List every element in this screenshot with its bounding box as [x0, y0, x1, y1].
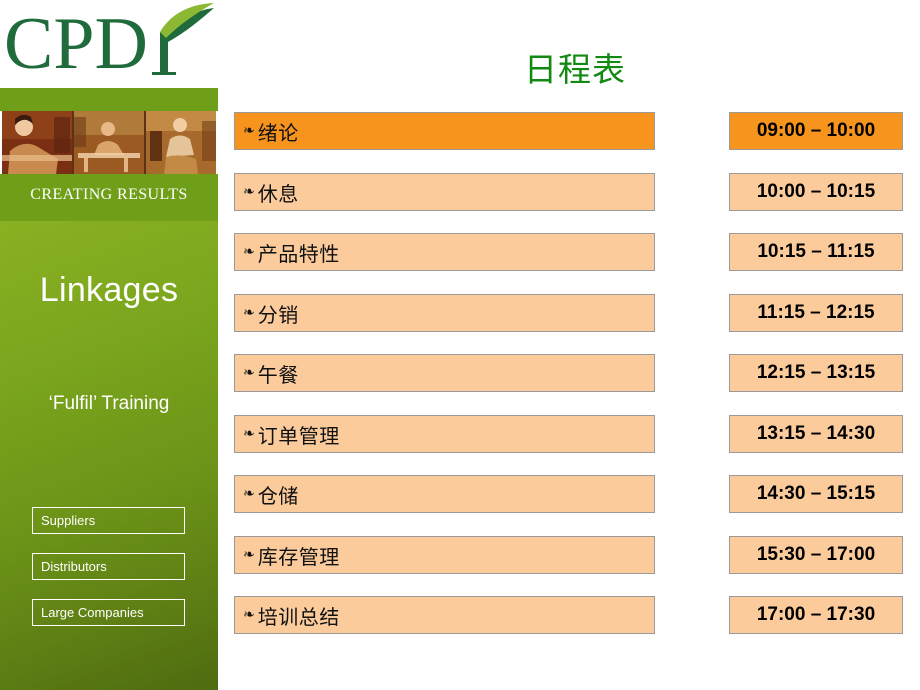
floral-bullet-icon: ❧ — [243, 183, 255, 199]
agenda-time-label: 14:30 – 15:15 — [756, 483, 876, 504]
agenda-row-topic[interactable]: ❧ 培训总结 — [234, 596, 655, 634]
floral-bullet-icon: ❧ — [243, 243, 255, 259]
agenda-topic-label: 仓储 — [257, 483, 299, 508]
agenda-topic-label: 分销 — [257, 302, 299, 327]
agenda-row-topic[interactable]: ❧ 产品特性 — [234, 233, 655, 271]
agenda-row-time[interactable]: 13:15 – 14:30 — [729, 415, 903, 453]
floral-bullet-icon: ❧ — [243, 304, 255, 320]
agenda-row-time[interactable]: 17:00 – 17:30 — [729, 596, 903, 634]
floral-bullet-icon: ❧ — [243, 425, 255, 441]
agenda-row-topic[interactable]: ❧ 仓储 — [234, 475, 655, 513]
agenda-row-topic[interactable]: ❧ 库存管理 — [234, 536, 655, 574]
agenda-row-time[interactable]: 12:15 – 13:15 — [729, 354, 903, 392]
floral-bullet-icon: ❧ — [243, 364, 255, 380]
slide-canvas: CPD CREATING RESULTS Linkages ‘Fulfil’ T… — [0, 0, 920, 690]
agenda-topic-label: 产品特性 — [257, 241, 340, 266]
floral-bullet-icon: ❧ — [243, 606, 255, 622]
agenda-row-topic[interactable]: ❧ 订单管理 — [234, 415, 655, 453]
agenda-row-time[interactable]: 10:00 – 10:15 — [729, 173, 903, 211]
agenda-time-label: 12:15 – 13:15 — [756, 362, 876, 383]
agenda-time-label: 13:15 – 14:30 — [756, 423, 876, 444]
agenda-row-topic[interactable]: ❧ 午餐 — [234, 354, 655, 392]
agenda-row-time[interactable]: 09:00 – 10:00 — [729, 112, 903, 150]
floral-bullet-icon: ❧ — [243, 122, 255, 138]
agenda-time-label: 11:15 – 12:15 — [757, 302, 875, 323]
floral-bullet-icon: ❧ — [243, 546, 255, 562]
agenda-time-label: 10:00 – 10:15 — [756, 181, 876, 202]
agenda-topic-label: 培训总结 — [257, 604, 340, 629]
agenda-time-label: 09:00 – 10:00 — [756, 120, 876, 141]
agenda-row-time[interactable]: 14:30 – 15:15 — [729, 475, 903, 513]
agenda-topic-label: 午餐 — [257, 362, 299, 387]
agenda-time-label: 10:15 – 11:15 — [757, 241, 875, 262]
agenda-row-time[interactable]: 10:15 – 11:15 — [729, 233, 903, 271]
agenda-topic-label: 绪论 — [257, 120, 299, 145]
agenda-time-label: 15:30 – 17:00 — [756, 544, 876, 565]
agenda-row-topic[interactable]: ❧ 绪论 — [234, 112, 655, 150]
agenda-topic-label: 休息 — [257, 181, 299, 206]
agenda-list: ❧ 绪论 09:00 – 10:00 ❧ 休息 10:00 – 10:15 ❧ 产品特性 10:… — [0, 0, 920, 690]
agenda-row-topic[interactable]: ❧ 休息 — [234, 173, 655, 211]
agenda-time-label: 17:00 – 17:30 — [756, 604, 876, 625]
agenda-topic-label: 库存管理 — [257, 544, 340, 569]
floral-bullet-icon: ❧ — [243, 485, 255, 501]
agenda-row-topic[interactable]: ❧ 分销 — [234, 294, 655, 332]
agenda-row-time[interactable]: 15:30 – 17:00 — [729, 536, 903, 574]
agenda-row-time[interactable]: 11:15 – 12:15 — [729, 294, 903, 332]
agenda-topic-label: 订单管理 — [257, 423, 340, 448]
